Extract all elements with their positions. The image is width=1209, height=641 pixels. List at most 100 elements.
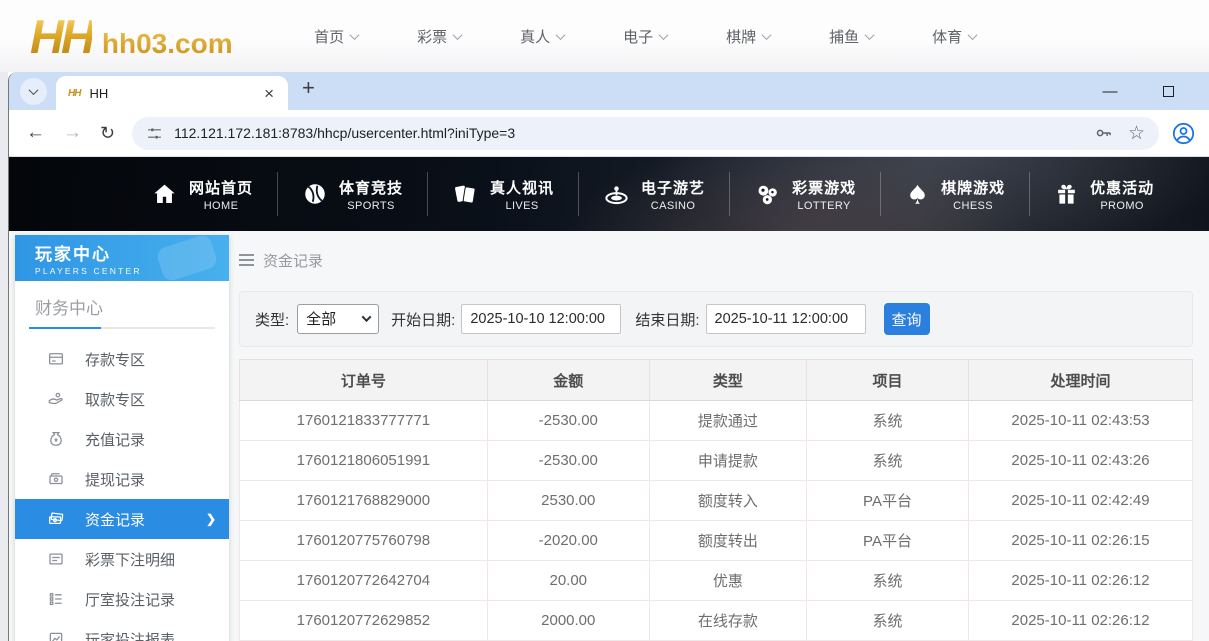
sidebar-item-2[interactable]: 充值记录❯ <box>15 419 229 459</box>
sidebar-header: 玩家中心 PLAYERS CENTER <box>15 235 229 281</box>
table-cell: 2025-10-11 02:43:26 <box>968 440 1193 481</box>
sidebar-item-7[interactable]: 玩家投注报表❯ <box>15 619 229 641</box>
report-icon <box>47 630 65 641</box>
sidebar-item-label: 存款专区 <box>85 351 146 369</box>
site-nav-item-4[interactable]: 棋牌 <box>697 26 800 47</box>
lottery-bets-icon <box>47 550 65 568</box>
sidebar-item-4[interactable]: 资金记录 ❯ <box>15 499 229 539</box>
table-row[interactable]: 1760121833777771 -2530.00 提款通过 系统 2025-10-11… <box>239 400 1193 441</box>
table-row[interactable]: 1760120772642704 20.00 优惠 系统 2025-10-11 02:2… <box>239 560 1193 601</box>
site-nav: 首页 彩票 真人 电子 棋牌 捕鱼 体育 <box>285 26 1006 47</box>
sidebar-divider <box>29 327 215 329</box>
table-row[interactable]: 1760121768829000 2530.00 额度转入 PA平台 2025-10-1… <box>239 480 1193 521</box>
browser-window: HH HH × + — ← → ↻ 112.121.172.181:8783/h… <box>8 72 1209 641</box>
site-header: HH hh03.com 首页 彩票 真人 电子 棋牌 捕鱼 体育 <box>0 0 1209 72</box>
main-nav-text: 真人视讯 LIVES <box>490 177 554 212</box>
sidebar-item-6[interactable]: 厅室投注记录❯ <box>15 579 229 619</box>
sidebar-item-label: 充值记录 <box>85 431 146 449</box>
table-cell: 1760121768829000 <box>239 480 488 521</box>
main-nav-subtitle: HOME <box>203 199 239 212</box>
maximize-icon <box>1162 85 1174 97</box>
site-info-icon[interactable] <box>146 125 163 142</box>
sidebar-item-label: 取款专区 <box>85 391 146 409</box>
address-bar[interactable]: 112.121.172.181:8783/hhcp/usercenter.htm… <box>132 116 1159 150</box>
table-cell: 2025-10-11 02:26:15 <box>968 520 1193 561</box>
table-header-cell: 金额 <box>486 359 650 401</box>
new-tab-button[interactable]: + <box>302 75 315 101</box>
table-cell: -2020.00 <box>486 520 650 561</box>
chevron-down-icon <box>864 29 875 40</box>
bookmark-star-icon[interactable]: ☆ <box>1128 122 1145 145</box>
sidebar-item-3[interactable]: 提现记录❯ <box>15 459 229 499</box>
site-nav-item-5[interactable]: 捕鱼 <box>800 26 903 47</box>
main-nav-promo[interactable]: 优惠活动 PROMO <box>1029 172 1178 216</box>
site-nav-item-3[interactable]: 电子 <box>594 26 697 47</box>
breadcrumb-label: 资金记录 <box>263 252 324 270</box>
site-nav-item-0[interactable]: 首页 <box>285 26 388 47</box>
sidebar-item-label: 玩家投注报表 <box>85 631 176 641</box>
sidebar: 玩家中心 PLAYERS CENTER 财务中心 存款专区❯取款专区❯充值记录❯… <box>15 235 229 641</box>
profile-avatar-icon[interactable] <box>1171 121 1196 146</box>
chevron-down-icon <box>28 85 39 96</box>
window-minimize-button[interactable]: — <box>1095 72 1125 110</box>
end-date-input[interactable] <box>705 304 866 334</box>
sidebar-item-5[interactable]: 彩票下注明细❯ <box>15 539 229 579</box>
sidebar-item-0[interactable]: 存款专区❯ <box>15 339 229 379</box>
sidebar-item-label: 厅室投注记录 <box>85 591 176 609</box>
table-row[interactable]: 1760121806051991 -2530.00 申请提款 系统 2025-10-11… <box>239 440 1193 481</box>
table-cell: PA平台 <box>806 480 969 521</box>
search-button[interactable]: 查询 <box>883 303 930 335</box>
type-select[interactable]: 全部 <box>297 304 380 334</box>
table-cell: 20.00 <box>486 560 650 601</box>
main-nav-lives[interactable]: 真人视讯 LIVES <box>427 172 578 216</box>
sidebar-item-1[interactable]: 取款专区❯ <box>15 379 229 419</box>
window-maximize-button[interactable] <box>1153 72 1183 110</box>
main-panel: 资金记录 类型: 全部 开始日期: 结束日期: 查询 订单号金额类型项目处理时间… <box>239 231 1193 641</box>
tab-close-icon[interactable]: × <box>260 83 278 104</box>
room-bets-icon <box>47 590 65 608</box>
site-nav-item-1[interactable]: 彩票 <box>388 26 491 47</box>
menu-toggle-icon[interactable] <box>239 254 254 266</box>
chevron-down-icon <box>761 29 772 40</box>
table-cell: 额度转入 <box>648 480 808 521</box>
table-cell: 系统 <box>806 400 969 441</box>
url-text: 112.121.172.181:8783/hhcp/usercenter.htm… <box>174 125 516 141</box>
password-key-icon[interactable] <box>1094 123 1114 143</box>
end-date-label: 结束日期: <box>635 311 700 329</box>
table-cell: 额度转出 <box>648 520 808 561</box>
site-nav-label: 棋牌 <box>726 28 757 46</box>
table-row[interactable]: 1760120772629852 2000.00 在线存款 系统 2025-10-11 … <box>239 600 1193 641</box>
forward-button[interactable]: → <box>54 122 91 144</box>
reload-button[interactable]: ↻ <box>91 123 124 144</box>
breadcrumb: 资金记录 <box>239 231 1193 272</box>
main-nav-casino[interactable]: 电子游艺 CASINO <box>578 172 729 216</box>
main-nav-lottery[interactable]: 彩票游戏 LOTTERY <box>729 172 880 216</box>
main-nav-chess[interactable]: 棋牌游戏 CHESS <box>880 172 1029 216</box>
site-logo[interactable]: HH hh03.com <box>30 13 233 60</box>
sidebar-subtitle: PLAYERS CENTER <box>35 266 142 276</box>
records-table: 订单号 金额 类型 项目 处理时间 1760121833777771 -2530.00 提款… <box>239 359 1193 641</box>
site-nav-item-6[interactable]: 体育 <box>903 26 1006 47</box>
main-nav-subtitle: CHESS <box>953 199 994 212</box>
table-row[interactable]: 1760120775760798 -2020.00 额度转出 PA平台 2025-10-… <box>239 520 1193 561</box>
table-cell: 系统 <box>806 560 969 601</box>
cards-icon <box>452 181 479 208</box>
table-header-cell: 类型 <box>648 359 808 401</box>
back-button[interactable]: ← <box>17 122 54 144</box>
funds-record-icon <box>47 510 65 528</box>
site-nav-item-2[interactable]: 真人 <box>491 26 594 47</box>
tab-search-button[interactable] <box>20 78 47 105</box>
main-nav-sports[interactable]: 体育竞技 SPORTS <box>277 172 427 216</box>
roulette-icon <box>603 181 630 208</box>
table-cell: 1760121806051991 <box>239 440 488 481</box>
main-nav-title: 电子游艺 <box>641 179 706 197</box>
gift-icon <box>1054 182 1079 207</box>
main-nav-home[interactable]: 网站首页 HOME <box>127 172 277 216</box>
start-date-input[interactable] <box>461 304 622 334</box>
site-nav-label: 首页 <box>314 28 345 46</box>
table-cell: 2025-10-11 02:26:12 <box>968 600 1193 641</box>
browser-tab[interactable]: HH HH × <box>56 76 288 110</box>
table-cell: 1760120772642704 <box>239 560 488 601</box>
table-cell: 1760120772629852 <box>239 600 488 641</box>
filter-bar: 类型: 全部 开始日期: 结束日期: 查询 <box>239 291 1193 347</box>
